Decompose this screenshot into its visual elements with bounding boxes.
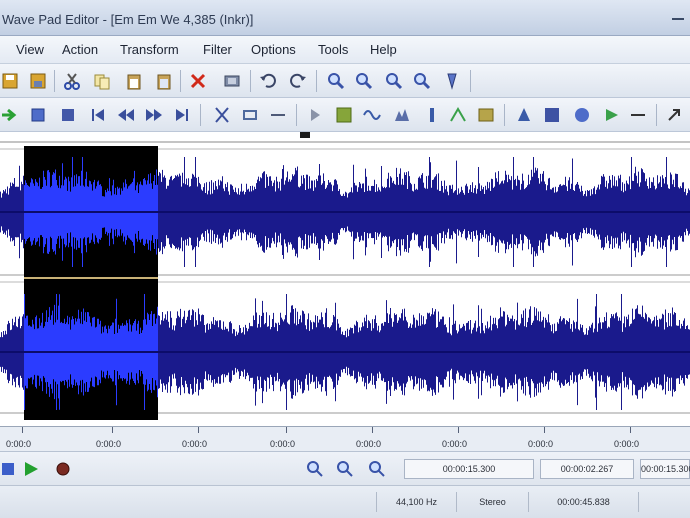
split-icon[interactable] [212, 105, 232, 125]
zoom-full-icon[interactable] [412, 71, 432, 91]
save-as-icon[interactable] [28, 71, 48, 91]
window-title: Wave Pad Editor - [Em Em We 4,385 (Inkr)… [2, 12, 254, 27]
fast-forward-icon[interactable] [144, 105, 164, 125]
playhead-marker[interactable] [300, 132, 310, 138]
menu-tools[interactable]: Tools [318, 42, 348, 57]
normalize-icon[interactable] [306, 105, 326, 125]
effects-toolbar [0, 98, 690, 132]
cut-icon[interactable] [62, 71, 82, 91]
delete-icon[interactable] [188, 71, 208, 91]
paste-mix-icon[interactable] [154, 71, 174, 91]
pitch-icon[interactable] [476, 105, 496, 125]
ruler-label: 0:00:0 [96, 439, 122, 449]
rewind-icon[interactable] [116, 105, 136, 125]
record-icon[interactable] [28, 105, 48, 125]
arrow-icon[interactable] [664, 105, 684, 125]
menu-filter[interactable]: Filter [203, 42, 232, 57]
go-end-icon[interactable] [172, 105, 192, 125]
loop-icon[interactable] [240, 105, 260, 125]
menu-help[interactable]: Help [370, 42, 397, 57]
ruler-label: 0:00:0 [614, 439, 640, 449]
fade-icon[interactable] [572, 105, 592, 125]
redo-icon[interactable] [288, 71, 308, 91]
length-field[interactable]: 00:00:15.300 [640, 459, 690, 479]
main-toolbar [0, 64, 690, 98]
undo-icon[interactable] [258, 71, 278, 91]
total-duration: 00:00:45.838 [528, 492, 638, 512]
trim-icon[interactable] [222, 71, 242, 91]
paste-icon[interactable] [124, 71, 144, 91]
echo-icon[interactable] [362, 105, 382, 125]
ruler-label: 0:00:0 [6, 439, 32, 449]
time-ruler[interactable]: 0:00:0 0:00:0 0:00:0 0:00:0 0:00:0 0:00:… [0, 426, 690, 452]
volume-icon[interactable] [602, 105, 622, 125]
position-field[interactable]: 00:00:15.300 [404, 459, 534, 479]
menu-options[interactable]: Options [251, 42, 296, 57]
go-start-icon[interactable] [88, 105, 108, 125]
zoom-in-icon[interactable] [326, 71, 346, 91]
ruler-label: 0:00:0 [182, 439, 208, 449]
find-icon[interactable] [442, 71, 462, 91]
stop-playback-icon[interactable] [0, 460, 18, 478]
menu-transform[interactable]: Transform [120, 42, 179, 57]
zoom-out-icon[interactable] [354, 71, 374, 91]
ruler-label: 0:00:0 [442, 439, 468, 449]
ruler-label: 0:00:0 [356, 439, 382, 449]
eq-icon[interactable] [422, 105, 442, 125]
envelope-icon[interactable] [448, 105, 468, 125]
menu-bar: View Action Transform Filter Options Too… [0, 36, 690, 64]
play-icon[interactable] [0, 105, 20, 125]
speed-icon[interactable] [542, 105, 562, 125]
title-bar: Wave Pad Editor - [Em Em We 4,385 (Inkr)… [0, 0, 690, 36]
noise-icon[interactable] [514, 105, 534, 125]
copy-icon[interactable] [92, 71, 112, 91]
waveform-view[interactable] [0, 132, 690, 426]
save-icon[interactable] [0, 71, 20, 91]
selection-end-field[interactable]: 00:00:02.267 [540, 459, 634, 479]
menu-action[interactable]: Action [62, 42, 98, 57]
waveform-canvas[interactable] [0, 132, 690, 426]
ruler-label: 0:00:0 [528, 439, 554, 449]
spectrum-icon[interactable] [628, 105, 648, 125]
marker-icon[interactable] [268, 105, 288, 125]
status-bar: 44,100 Hz Stereo 00:00:45.838 [0, 486, 690, 518]
reverb-icon[interactable] [392, 105, 412, 125]
stop-icon[interactable] [58, 105, 78, 125]
zoom-fit-transport-icon[interactable] [368, 460, 386, 478]
sample-rate: 44,100 Hz [376, 492, 456, 512]
ruler-label: 0:00:0 [270, 439, 296, 449]
amplify-icon[interactable] [334, 105, 354, 125]
zoom-in-transport-icon[interactable] [306, 460, 324, 478]
play-button-icon[interactable] [22, 460, 40, 478]
minimize-button[interactable] [672, 14, 684, 20]
zoom-out-transport-icon[interactable] [336, 460, 354, 478]
record-button-icon[interactable] [54, 460, 72, 478]
channel-mode: Stereo [456, 492, 528, 512]
zoom-selection-icon[interactable] [384, 71, 404, 91]
menu-view[interactable]: View [16, 42, 44, 57]
transport-bar: 00:00:15.300 00:00:02.267 00:00:15.300 [0, 452, 690, 486]
